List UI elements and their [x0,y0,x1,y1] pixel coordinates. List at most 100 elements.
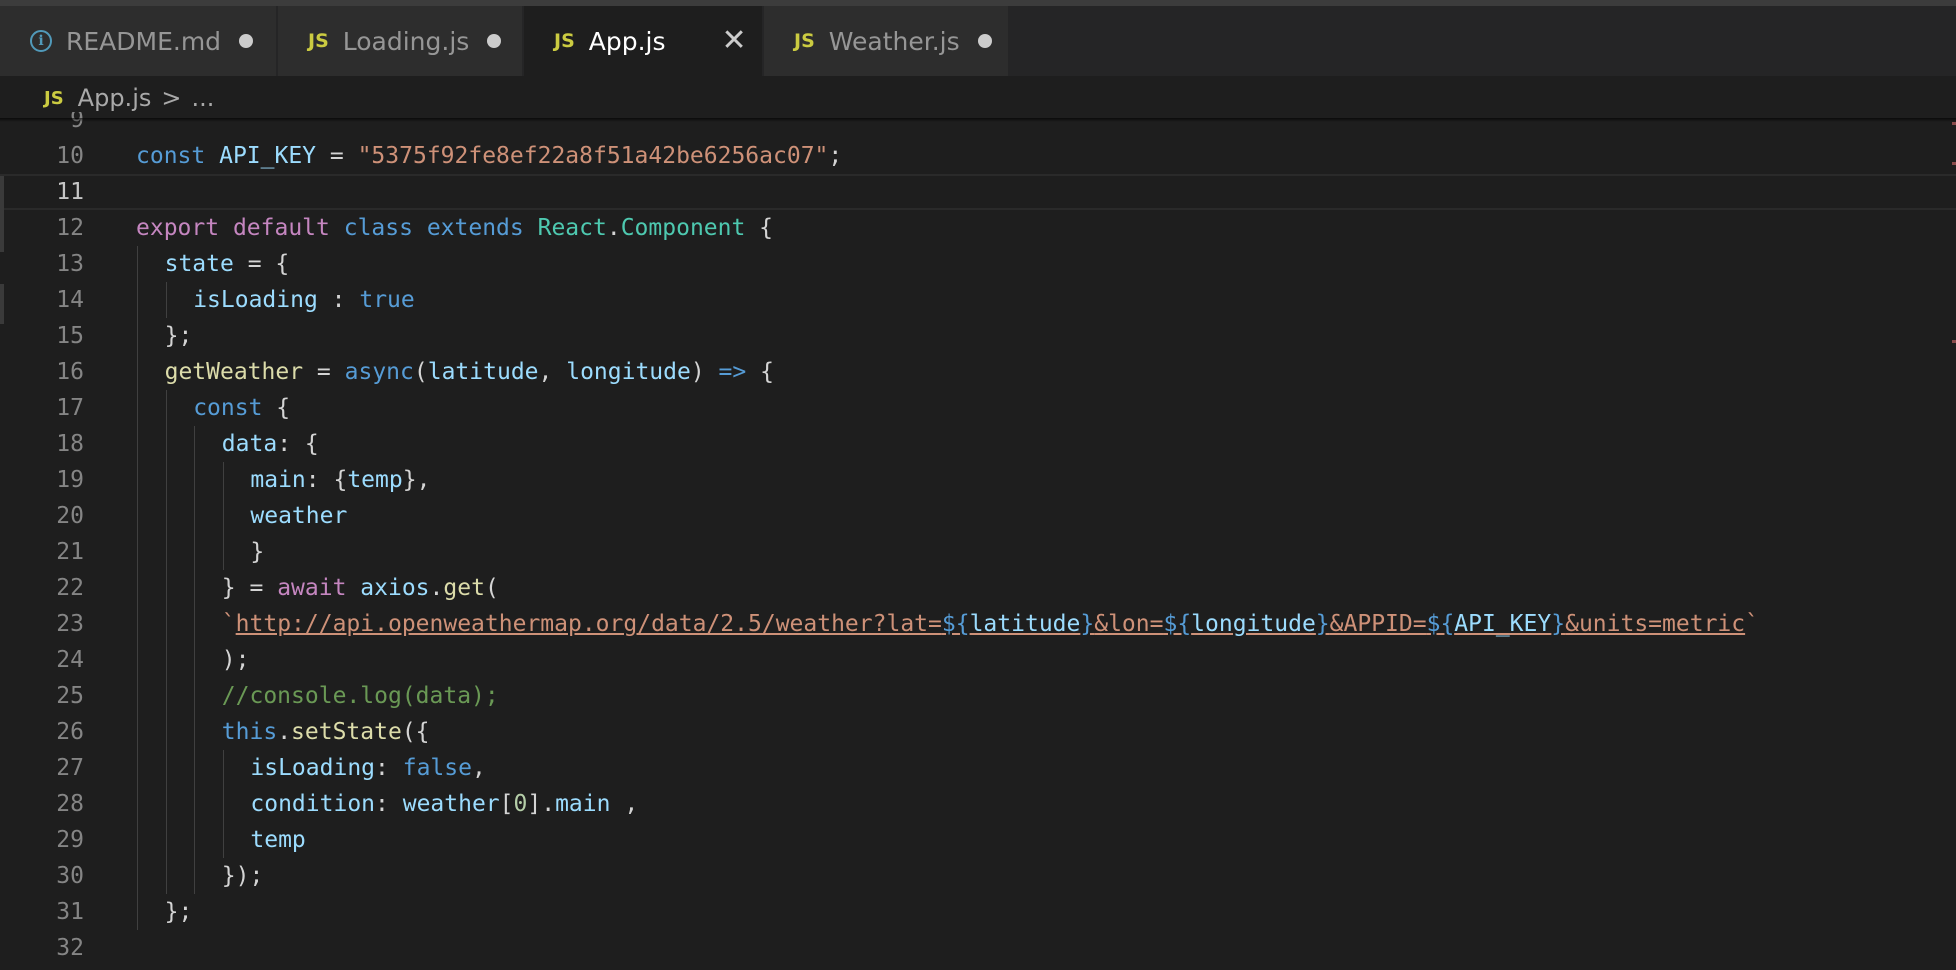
code-line[interactable]: 20 weather [0,498,1956,534]
modified-dot-icon[interactable] [977,34,992,48]
gutter-decoration [0,176,4,216]
code-token: //console.log(data); [221,683,499,709]
indent-guide [137,822,138,858]
code-token: React [537,215,607,241]
code-token: ${ [1163,611,1192,637]
code-text: main: {temp}, [250,462,430,498]
tab-loading[interactable]: JS Loading.js [278,6,524,76]
code-line[interactable]: 15}; [0,318,1956,354]
indent-guide [137,606,138,642]
line-number: 25 [56,683,84,709]
code-text: const API_KEY = "5375f92fe8ef22a8f51a42b… [136,138,842,174]
line-number: 30 [56,863,84,889]
line-number: 19 [56,467,84,493]
code-line[interactable]: 10 const API_KEY = "5375f92fe8ef22a8f51a4… [0,138,1956,174]
line-number: 13 [56,251,84,277]
code-line[interactable]: 13 state = { [0,246,1956,282]
code-token: const [136,143,220,169]
indent-guide [194,750,196,786]
code-line[interactable]: 19 main: {temp}, [0,462,1956,498]
code-line[interactable]: 11 [0,174,1956,210]
indent-guide [137,786,138,822]
code-token: const [193,395,263,421]
js-file-icon: JS [44,87,64,109]
code-line[interactable]: 12 export default class extends React.Com… [0,210,1956,246]
code-token: ); [221,647,250,673]
line-number: 20 [56,503,84,529]
code-token: }); [221,863,264,889]
indent-guide [137,390,138,426]
indent-guide [194,858,196,894]
code-line[interactable]: 25 //console.log(data); [0,678,1956,714]
code-text: temp [250,822,305,858]
modified-dot-icon[interactable] [487,34,502,48]
code-token: setState [291,719,402,745]
code-text: isLoading : true [193,282,415,318]
code-editor[interactable]: 9 10 const API_KEY = "5375f92fe8ef22a8f51a… [0,112,1956,970]
code-line[interactable]: 26 this.setState({ [0,714,1956,750]
indent-guide [165,606,167,642]
code-token: ` [1745,611,1759,637]
code-line[interactable]: 29 temp [0,822,1956,858]
code-token: ; [828,143,843,169]
breadcrumb-more[interactable]: ... [191,84,214,112]
code-line[interactable]: 23 `http://api.openweathermap.org/data/2.… [0,606,1956,642]
indent-guide [165,462,167,498]
overview-ruler[interactable] [1952,112,1956,352]
editor-scroll-shadow [0,118,1956,122]
code-line[interactable]: 17 const { [0,390,1956,426]
vscode-window: i README.md JS Loading.js JS App.js ✕ JS… [0,0,1956,970]
code-line[interactable]: 14 isLoading : true [0,282,1956,318]
indent-guide [165,390,167,426]
code-line[interactable]: 28 condition: weather[0].main , [0,786,1956,822]
code-line[interactable]: 31}; [0,894,1956,930]
indent-guide [137,894,138,930]
code-token: : [375,791,403,817]
code-token: default [232,215,344,241]
indent-guide [194,642,196,678]
code-line[interactable]: 22} = await axios.get( [0,570,1956,606]
code-line[interactable]: 21} [0,534,1956,570]
tab-weather[interactable]: JS Weather.js [764,6,1010,76]
indent-guide [137,534,138,570]
tab-readme[interactable]: i README.md [0,6,278,76]
line-number: 17 [56,395,84,421]
line-number: 27 [56,755,84,781]
code-text: } [250,534,264,570]
indent-guide [165,282,167,318]
code-token: "5375f92fe8ef22a8f51a42be6256ac07" [357,143,829,169]
close-icon[interactable]: ✕ [722,26,747,56]
tab-label: App.js [588,26,666,56]
line-number: 21 [56,539,84,565]
code-line[interactable]: 27 isLoading: false, [0,750,1956,786]
code-line[interactable]: 16 getWeather = async(latitude, longitude… [0,354,1956,390]
code-line[interactable]: 32 [0,930,1956,966]
code-token: get [443,575,485,601]
code-token: }; [164,323,193,349]
breadcrumb-file[interactable]: App.js [78,84,152,112]
code-line[interactable]: 24); [0,642,1956,678]
code-text: export default class extends React.Compo… [136,210,773,246]
code-token: ${ [1426,611,1455,637]
modified-dot-icon[interactable] [239,34,254,48]
line-number: 14 [56,287,84,313]
code-token: ${ [941,611,970,637]
code-line[interactable]: 30}); [0,858,1956,894]
tab-app[interactable]: JS App.js ✕ [524,6,764,76]
code-token: } [1080,611,1095,637]
code-text: getWeather = async(latitude, longitude) … [165,354,774,390]
code-token: : { [305,467,348,493]
indent-guide [194,498,196,534]
code-token: class [343,215,427,241]
indent-guide [194,606,196,642]
code-token: http://api.openweathermap.org/data/2.5/w… [235,611,942,637]
code-token: extends [426,215,538,241]
code-text: condition: weather[0].main , [250,786,638,822]
code-token: main [250,467,306,493]
code-token: , [538,359,567,385]
code-token: . [277,719,292,745]
code-line[interactable]: 9 [0,112,1956,138]
line-number: 32 [56,935,84,961]
code-line[interactable]: 18 data: { [0,426,1956,462]
indent-guide [194,570,196,606]
